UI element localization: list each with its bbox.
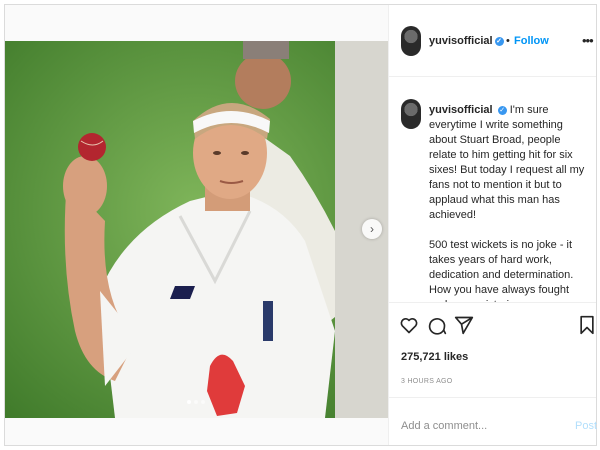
carousel-dot [194, 400, 198, 404]
caption-paragraph-1: I'm sure everytime I write something abo… [429, 104, 585, 221]
post-header: yuvisofficial ✓ • Follow ••• [389, 5, 596, 77]
likes-count[interactable]: 275,721 likes [401, 351, 468, 363]
caption: yuvisofficial ✓ I'm sure everytime I wri… [429, 103, 589, 302]
verified-icon: ✓ [494, 36, 504, 46]
cricketer-photo-illustration [5, 41, 388, 418]
separator: • [506, 35, 510, 47]
share-icon[interactable] [454, 315, 474, 335]
bookmark-icon[interactable] [577, 315, 597, 335]
comment-section: Post [389, 397, 597, 447]
verified-icon: ✓ [497, 105, 507, 115]
caption-area[interactable]: yuvisofficial ✓ I'm sure everytime I wri… [389, 77, 596, 303]
carousel-indicator [187, 400, 205, 404]
post-timestamp[interactable]: 3 HOURS AGO [401, 378, 453, 385]
username-text[interactable]: yuvisofficial [429, 35, 493, 47]
follow-button[interactable]: Follow [514, 35, 549, 47]
post-sidebar: yuvisofficial ✓ • Follow ••• yuvisofficia… [388, 5, 597, 447]
caption-username[interactable]: yuvisofficial [429, 104, 493, 116]
more-icon[interactable]: ••• [582, 33, 594, 48]
carousel-dot [201, 400, 205, 404]
post-media: › [5, 5, 388, 445]
caption-paragraph-2: 500 test wickets is no joke - it takes y… [429, 239, 576, 302]
carousel-dot [187, 400, 191, 404]
heart-icon[interactable] [399, 315, 419, 335]
avatar[interactable] [401, 99, 421, 129]
header-username[interactable]: yuvisofficial ✓ [429, 35, 504, 47]
post-photo[interactable] [5, 41, 388, 418]
comment-icon[interactable] [427, 315, 447, 335]
post-comment-button[interactable]: Post [575, 420, 597, 432]
comment-input[interactable] [401, 420, 551, 432]
post-actions [389, 315, 596, 341]
avatar[interactable] [401, 26, 421, 56]
instagram-post: › yuvisofficial ✓ • Follow ••• yuvisoffic… [4, 4, 597, 446]
chevron-right-icon: › [370, 222, 374, 236]
carousel-next-button[interactable]: › [362, 219, 382, 239]
